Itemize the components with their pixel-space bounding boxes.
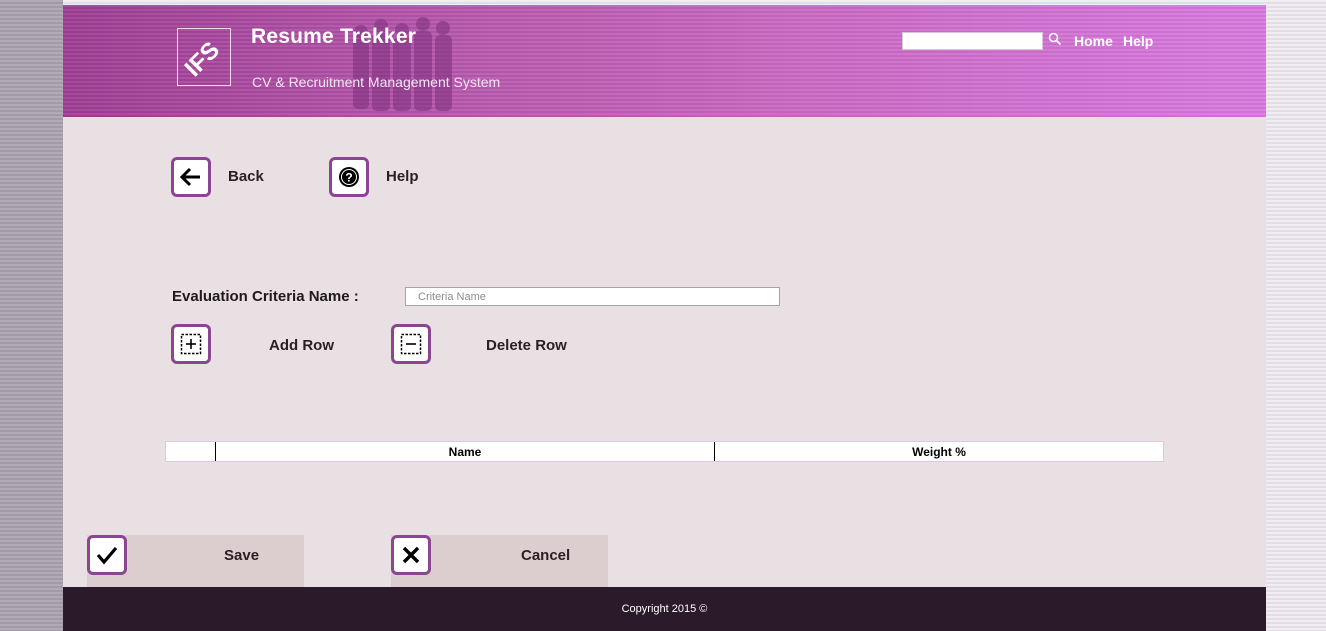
footer: Copyright 2015 © <box>63 587 1266 631</box>
app-subtitle: CV & Recruitment Management System <box>252 74 501 90</box>
app-title: Resume Trekker <box>251 25 417 48</box>
save-icon-button[interactable] <box>87 535 127 575</box>
checkmark-icon <box>96 546 118 565</box>
table-header-weight[interactable]: Weight % <box>714 442 1163 461</box>
minus-box-icon <box>400 333 422 355</box>
cancel-icon-button[interactable] <box>391 535 431 575</box>
delete-row-label[interactable]: Delete Row <box>486 337 567 354</box>
plus-box-icon <box>180 333 202 355</box>
add-row-button[interactable] <box>171 324 211 364</box>
save-label[interactable]: Save <box>224 547 259 564</box>
search-input[interactable] <box>902 32 1043 50</box>
arrow-left-icon <box>179 167 200 187</box>
search-icon[interactable] <box>1048 32 1062 46</box>
delete-row-button[interactable] <box>391 324 431 364</box>
header-banner: IFS Resume Trekker CV & Recruitment Mana… <box>63 5 1266 117</box>
ifs-logo-icon: IFS <box>180 37 225 82</box>
table-header-name[interactable]: Name <box>215 442 714 461</box>
nav-home-link[interactable]: Home <box>1074 33 1113 49</box>
svg-text:?: ? <box>345 171 352 185</box>
page-container: IFS Resume Trekker CV & Recruitment Mana… <box>63 5 1266 631</box>
back-label[interactable]: Back <box>228 168 264 185</box>
left-background <box>0 0 63 631</box>
question-circle-icon: ? <box>339 167 359 187</box>
help-button[interactable]: ? <box>329 157 369 197</box>
nav-help-link[interactable]: Help <box>1123 33 1153 49</box>
x-icon <box>402 546 420 564</box>
help-label[interactable]: Help <box>386 168 419 185</box>
back-button[interactable] <box>171 157 211 197</box>
add-row-label[interactable]: Add Row <box>269 337 334 354</box>
cancel-label[interactable]: Cancel <box>521 547 570 564</box>
criteria-name-label: Evaluation Criteria Name : <box>172 288 359 305</box>
table-header-select[interactable] <box>166 442 215 461</box>
ifs-logo: IFS <box>177 28 231 86</box>
criteria-name-input[interactable] <box>405 287 780 306</box>
svg-text:IFS: IFS <box>180 37 225 82</box>
criteria-table: Name Weight % <box>165 441 1164 462</box>
copyright-text: Copyright 2015 © <box>621 603 708 615</box>
